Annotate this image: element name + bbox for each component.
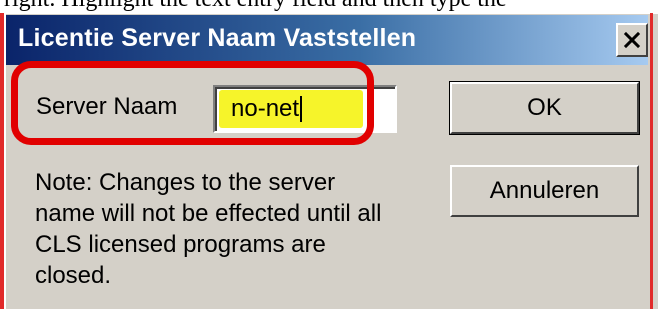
cancel-button[interactable]: Annuleren: [450, 165, 639, 217]
dialog-titlebar: Licentie Server Naam Vaststellen: [6, 15, 648, 65]
dialog-title: Licentie Server Naam Vaststellen: [18, 24, 417, 52]
note-text: Note: Changes to the server name will no…: [35, 169, 382, 289]
server-name-input[interactable]: no-net: [213, 85, 397, 133]
ok-button[interactable]: OK: [449, 81, 640, 135]
red-frame-edge-right: [650, 13, 653, 309]
context-text-label: right. Highlight the text entry field an…: [4, 0, 507, 13]
server-name-label: Server Naam: [36, 93, 178, 120]
text-caret: [300, 96, 303, 122]
context-text: right. Highlight the text entry field an…: [0, 0, 658, 13]
close-button[interactable]: [616, 23, 648, 57]
close-icon: [623, 31, 641, 49]
server-name-text: no-net: [231, 95, 300, 122]
server-name-value: no-net: [231, 95, 303, 123]
